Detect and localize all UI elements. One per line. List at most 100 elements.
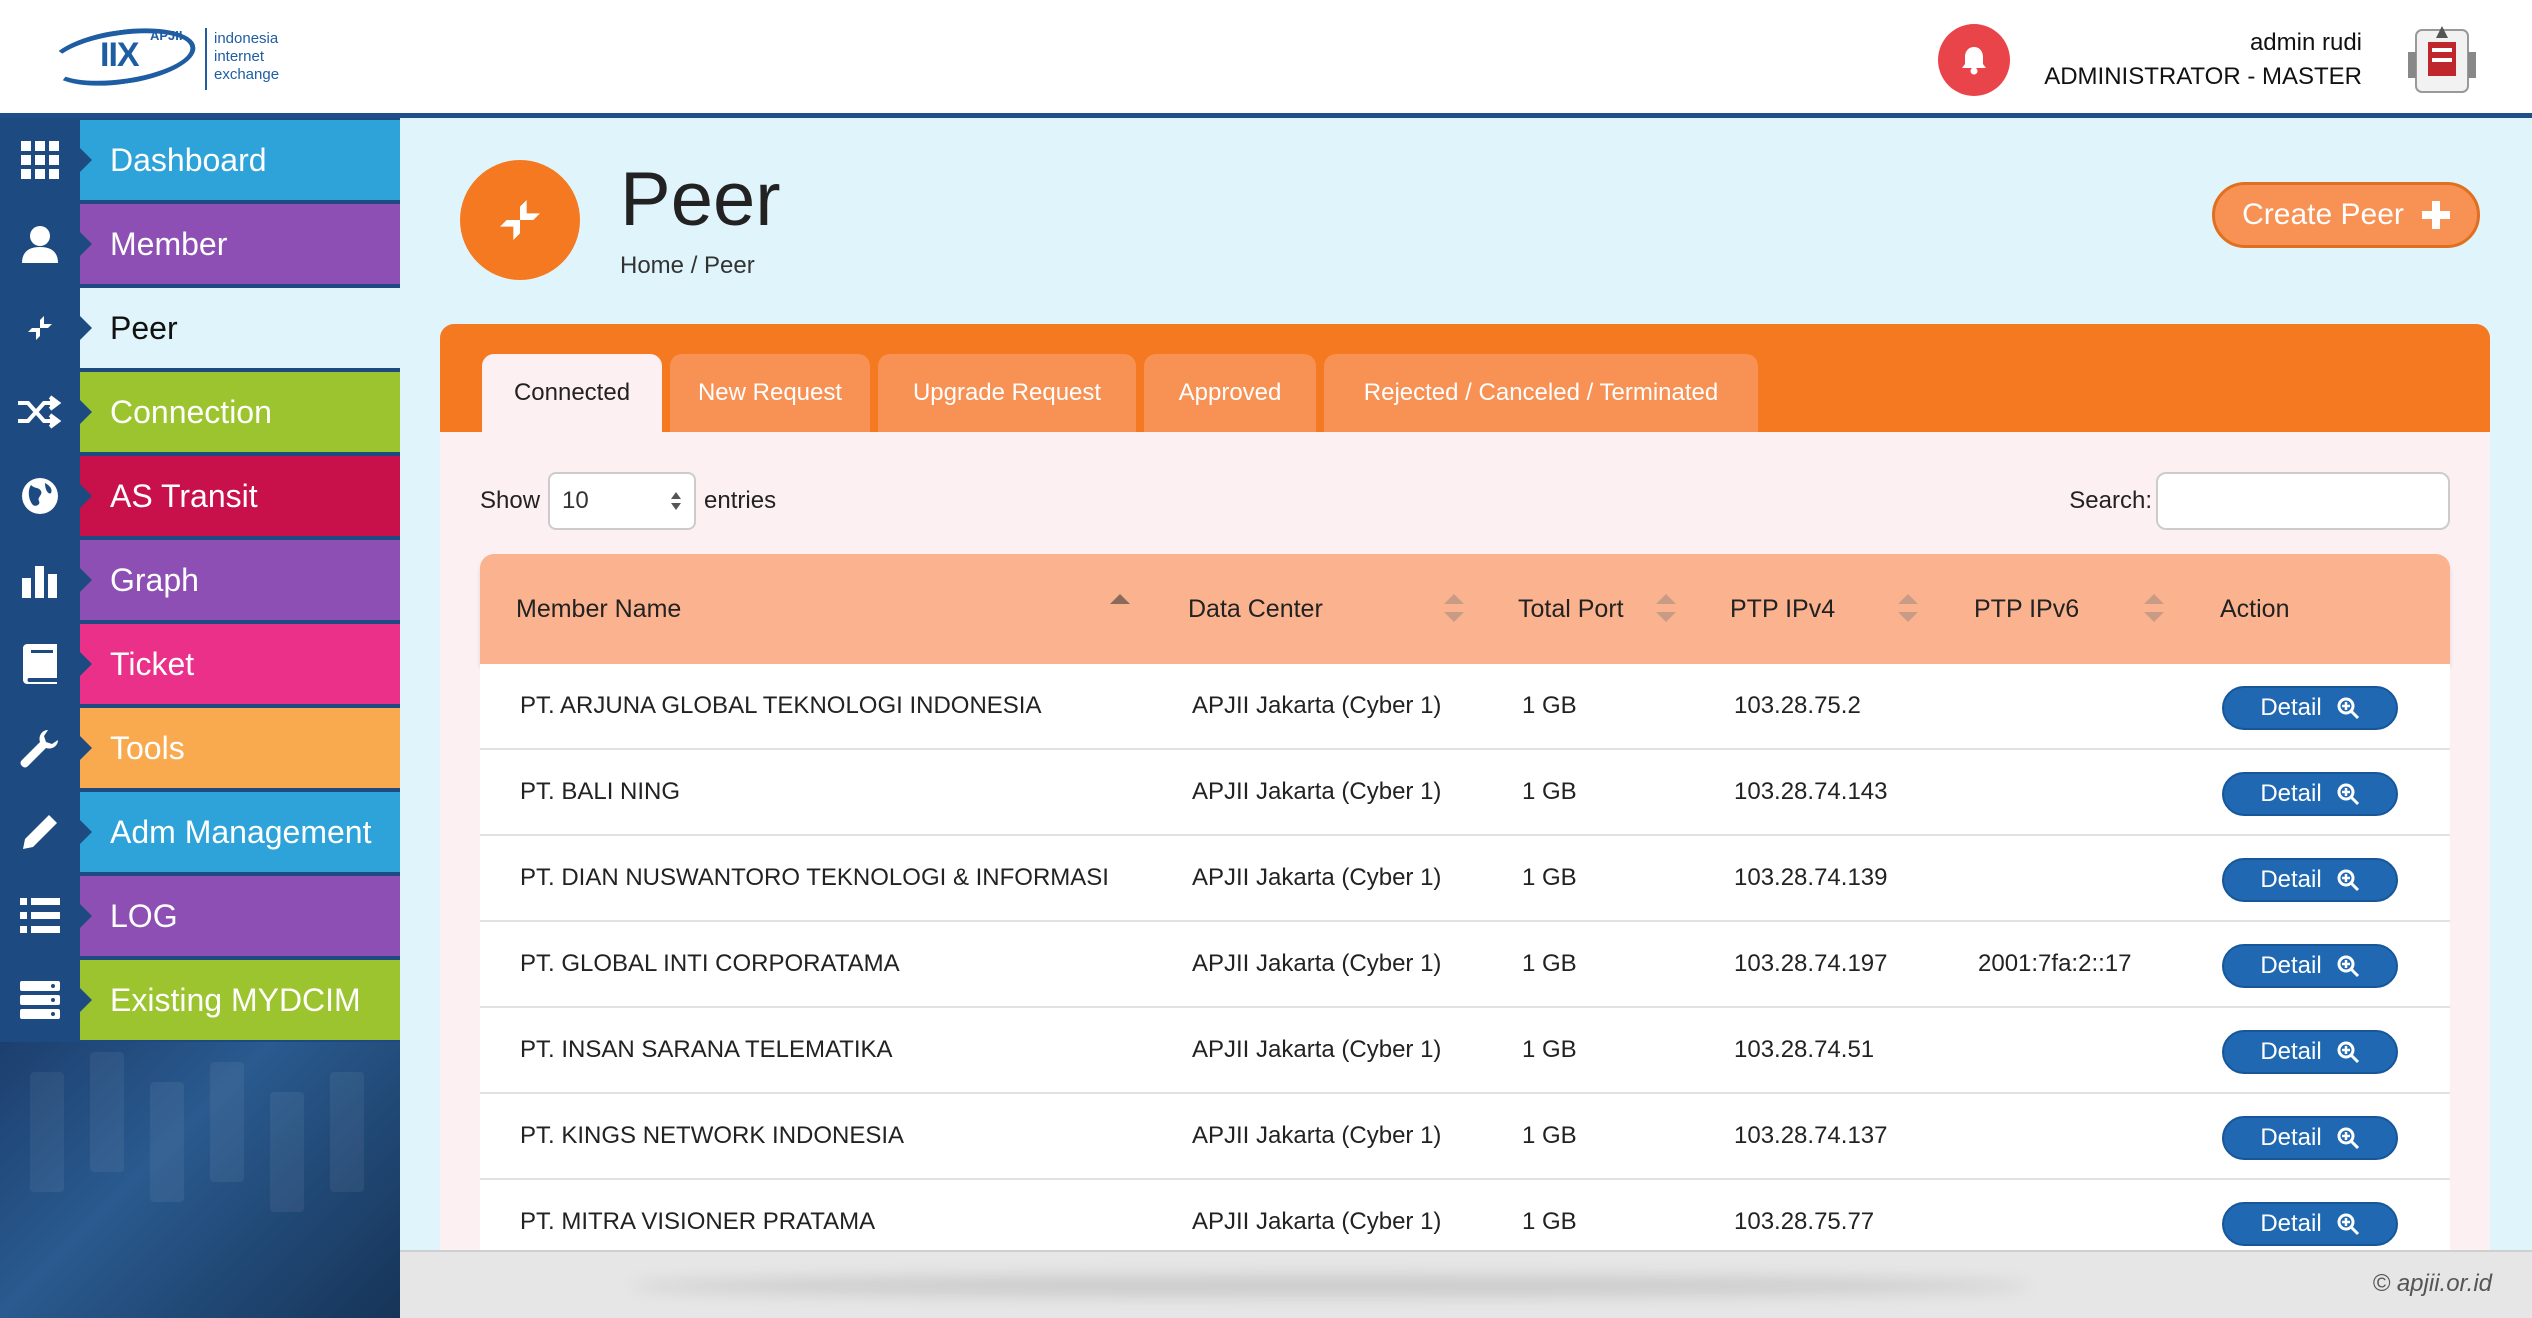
tab-rejected-canceled-terminated[interactable]: Rejected / Canceled / Terminated (1324, 354, 1758, 432)
ptp-ipv4-cell: 103.28.74.143 (1734, 778, 1888, 805)
peer-panel: Connected New Request Upgrade Request Ap… (440, 324, 2490, 1254)
shuffle-icon (18, 395, 62, 429)
create-peer-button[interactable]: Create Peer (2212, 182, 2480, 248)
search-input[interactable] (2156, 472, 2450, 530)
total-port-cell: 1 GB (1522, 864, 1577, 891)
table-row: PT. DIAN NUSWANTORO TEKNOLOGI & INFORMAS… (480, 836, 2450, 922)
ptp-ipv4-cell: 103.28.75.2 (1734, 692, 1861, 719)
ptp-ipv4-cell: 103.28.74.197 (1734, 950, 1888, 977)
grid-icon (21, 141, 59, 179)
zoom-in-icon (2337, 869, 2359, 892)
sidebar-item-label: Tools (80, 708, 400, 788)
detail-button[interactable]: Detail (2222, 1116, 2398, 1160)
zoom-in-icon (2337, 1041, 2359, 1064)
table-row: PT. GLOBAL INTI CORPORATAMA APJII Jakart… (480, 922, 2450, 1008)
sidebar-item-connection[interactable]: Connection (0, 372, 400, 452)
sidebar-item-dashboard[interactable]: Dashboard (0, 120, 400, 200)
entries-label: entries (704, 487, 777, 514)
detail-button[interactable]: Detail (2222, 686, 2398, 730)
compress-arrows-icon (493, 193, 547, 247)
member-name-cell: PT. MITRA VISIONER PRATAMA (520, 1208, 876, 1235)
entries-value: 10 (562, 487, 589, 514)
detail-button[interactable]: Detail (2222, 858, 2398, 902)
sidebar-item-graph[interactable]: Graph (0, 540, 400, 620)
column-header-total-port[interactable]: Total Port (1518, 554, 1624, 664)
globe-icon (22, 478, 58, 514)
wrench-icon (20, 730, 58, 768)
avatar[interactable] (2402, 22, 2482, 98)
sidebar-item-member[interactable]: Member (0, 204, 400, 284)
sidebar-item-as-transit[interactable]: AS Transit (0, 456, 400, 536)
sidebar-item-existing-mydcim[interactable]: Existing MYDCIM (0, 960, 400, 1040)
user-info[interactable]: admin rudi ADMINISTRATOR - MASTER (2044, 26, 2362, 94)
detail-button[interactable]: Detail (2222, 772, 2398, 816)
bar-chart-icon (22, 566, 57, 598)
sort-icon[interactable] (1898, 592, 1918, 624)
detail-label: Detail (2260, 1210, 2322, 1237)
ptp-ipv4-cell: 103.28.75.77 (1734, 1208, 1875, 1235)
table-row: PT. BALI NING APJII Jakarta (Cyber 1) 1 … (480, 750, 2450, 836)
detail-label: Detail (2260, 1038, 2322, 1065)
sort-icon[interactable] (1656, 592, 1676, 624)
sidebar-item-label: Graph (80, 540, 400, 620)
table-row: PT. INSAN SARANA TELEMATIKA APJII Jakart… (480, 1008, 2450, 1094)
column-header-data-center[interactable]: Data Center (1188, 554, 1323, 664)
column-header-ptp-ipv6[interactable]: PTP IPv6 (1974, 554, 2079, 664)
table-row: PT. KINGS NETWORK INDONESIA APJII Jakart… (480, 1094, 2450, 1180)
sidebar-item-label: Connection (80, 372, 400, 452)
sidebar-item-tools[interactable]: Tools (0, 708, 400, 788)
sidebar-item-log[interactable]: LOG (0, 876, 400, 956)
page-title: Peer (620, 157, 781, 242)
search-control: Search: (2069, 472, 2450, 530)
tab-connected[interactable]: Connected (482, 354, 662, 432)
search-label: Search: (2069, 487, 2152, 514)
total-port-cell: 1 GB (1522, 1208, 1577, 1235)
detail-label: Detail (2260, 866, 2322, 893)
ptp-ipv6-cell: 2001:7fa:2::17 (1978, 950, 2132, 977)
sort-icon[interactable] (1444, 592, 1464, 624)
tab-bar: Connected New Request Upgrade Request Ap… (440, 324, 2490, 432)
sidebar-item-adm-management[interactable]: Adm Management (0, 792, 400, 872)
main-content: Peer Home / Peer Create Peer Connected N… (400, 118, 2532, 1254)
detail-button[interactable]: Detail (2222, 944, 2398, 988)
sidebar-item-peer[interactable]: Peer (0, 288, 400, 368)
breadcrumb[interactable]: Home / Peer (620, 252, 755, 280)
tab-new-request[interactable]: New Request (670, 354, 870, 432)
plus-icon (2421, 201, 2450, 229)
sidebar-item-label: Member (80, 204, 400, 284)
zoom-in-icon (2337, 783, 2359, 806)
sidebar-item-label: Adm Management (80, 792, 400, 872)
create-peer-label: Create Peer (2242, 198, 2404, 231)
detail-label: Detail (2260, 952, 2322, 979)
sidebar-item-label: Existing MYDCIM (80, 960, 400, 1040)
column-header-action: Action (2220, 594, 2290, 623)
book-icon (23, 644, 57, 684)
notification-button[interactable] (1938, 24, 2010, 96)
entries-select[interactable]: 10 (548, 472, 697, 530)
total-port-cell: 1 GB (1522, 950, 1577, 977)
compress-arrows-icon (24, 312, 56, 344)
column-header-ptp-ipv4[interactable]: PTP IPv4 (1730, 554, 1835, 664)
table-row: PT. MITRA VISIONER PRATAMA APJII Jakarta… (480, 1180, 2450, 1254)
data-center-cell: APJII Jakarta (Cyber 1) (1192, 778, 1442, 805)
detail-button[interactable]: Detail (2222, 1202, 2398, 1246)
tab-approved[interactable]: Approved (1144, 354, 1316, 432)
detail-button[interactable]: Detail (2222, 1030, 2398, 1074)
show-label: Show (480, 487, 541, 514)
table-body: PT. ARJUNA GLOBAL TEKNOLOGI INDONESIA AP… (480, 664, 2450, 1254)
column-header-member-name[interactable]: Member Name (516, 554, 681, 664)
footer: © apjii.or.id (400, 1250, 2532, 1318)
tab-upgrade-request[interactable]: Upgrade Request (878, 354, 1136, 432)
data-center-cell: APJII Jakarta (Cyber 1) (1192, 1036, 1442, 1063)
footer-copyright[interactable]: © apjii.or.id (2372, 1270, 2492, 1298)
sort-ascending-icon[interactable] (1110, 592, 1130, 624)
list-icon (20, 898, 60, 933)
data-center-cell: APJII Jakarta (Cyber 1) (1192, 1208, 1442, 1235)
user-name: admin rudi (2249, 29, 2362, 56)
iix-logo[interactable]: IIX APJII indonesia internet exchange (44, 19, 308, 96)
select-stepper-icon (671, 492, 682, 510)
sort-icon[interactable] (2144, 592, 2164, 624)
sidebar-background-image (0, 1042, 400, 1318)
sidebar-item-ticket[interactable]: Ticket (0, 624, 400, 704)
bell-icon (1962, 47, 1986, 75)
